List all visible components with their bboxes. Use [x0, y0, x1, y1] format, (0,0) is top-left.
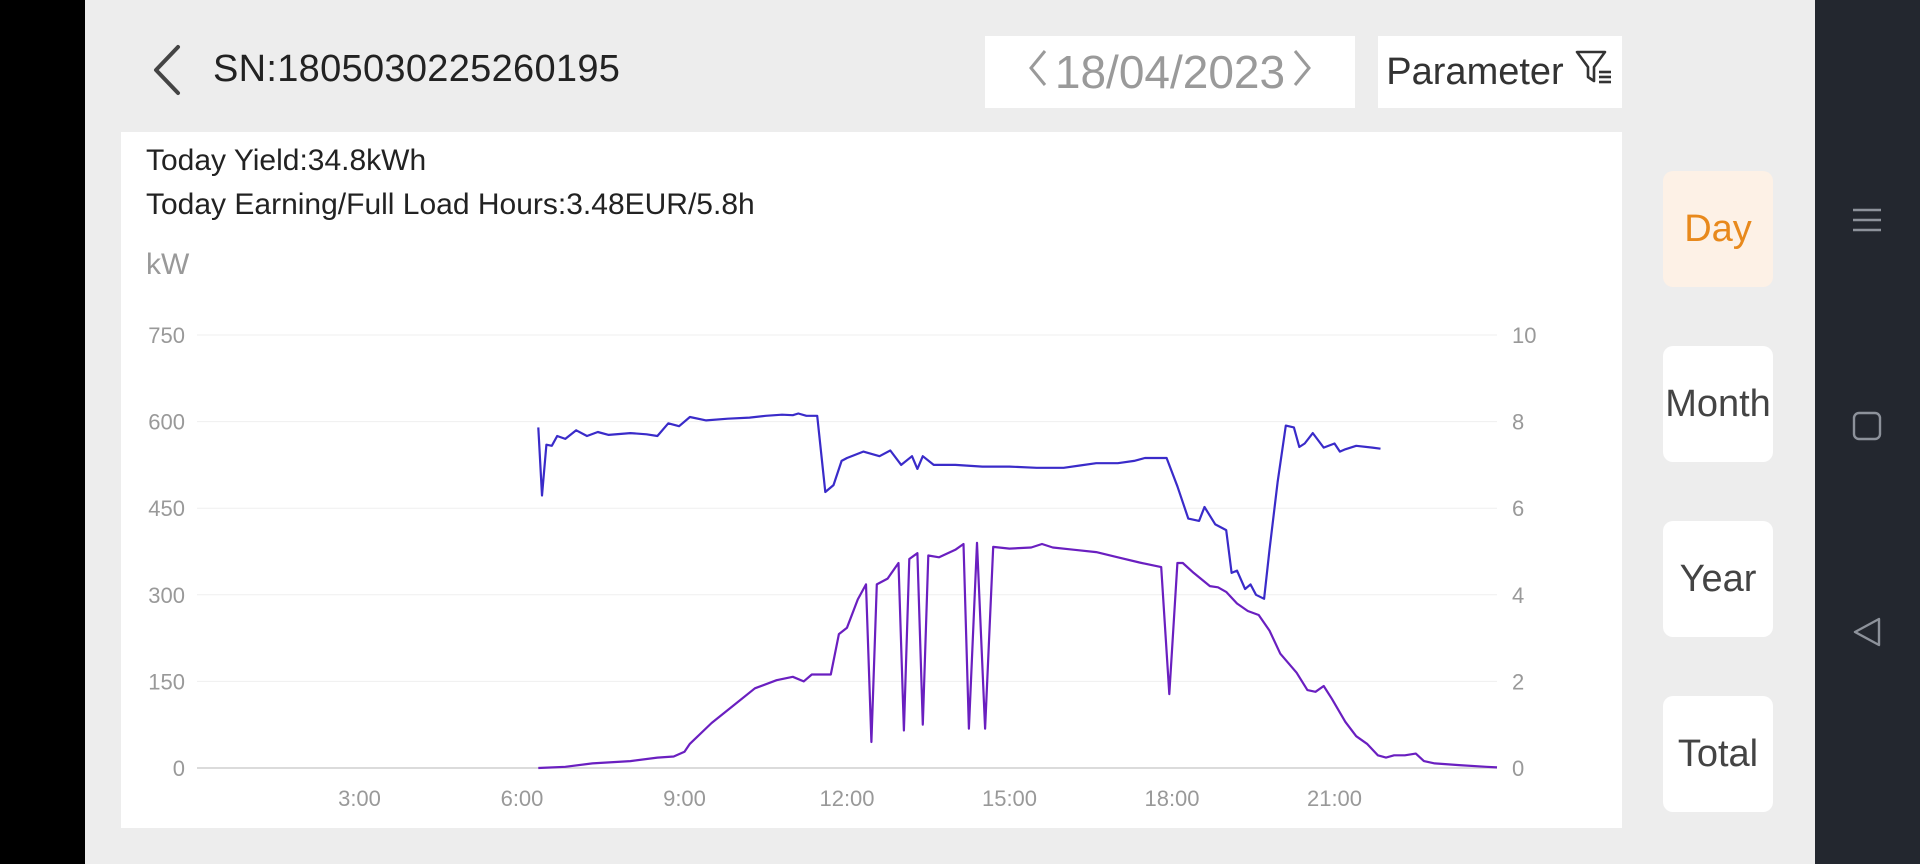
triangle-back-icon — [1851, 616, 1883, 653]
tab-year[interactable]: Year — [1663, 521, 1773, 637]
x-tick-label: 6:00 — [501, 786, 544, 811]
y-tick-label: 600 — [148, 410, 185, 435]
square-icon — [1851, 410, 1883, 447]
nav-home-button[interactable] — [1847, 408, 1887, 448]
series-line-2 — [538, 541, 1498, 770]
tab-year-label: Year — [1679, 557, 1757, 600]
y-tick-label: 300 — [148, 583, 185, 608]
device-serial-title: SN:1805030225260195 — [213, 48, 621, 90]
tab-total[interactable]: Total — [1663, 696, 1773, 812]
y2-tick-label: 10 — [1512, 323, 1536, 348]
power-chart: 0 150 300 450 600 750 0 2 4 6 8 10 3:00 6:00 9:00 12:00… — [148, 323, 1536, 811]
x-tick-label: 15:00 — [982, 786, 1037, 811]
app-screen: SN:1805030225260195 18/04/2023 Parameter… — [85, 0, 1815, 864]
tab-month-label: Month — [1665, 382, 1771, 425]
y2-tick-label: 4 — [1512, 583, 1524, 608]
y-tick-label: 750 — [148, 323, 185, 348]
y2-tick-label: 8 — [1512, 410, 1524, 435]
filter-icon — [1574, 47, 1614, 97]
x-tick-label: 3:00 — [338, 786, 381, 811]
parameter-label: Parameter — [1386, 50, 1564, 93]
tab-total-label: Total — [1677, 732, 1759, 775]
x-tick-label: 12:00 — [819, 786, 874, 811]
y-tick-label: 0 — [173, 756, 185, 781]
date-value: 18/04/2023 — [1054, 46, 1286, 98]
y-tick-label: 150 — [148, 669, 185, 694]
y2-tick-label: 0 — [1512, 756, 1524, 781]
chevron-right-icon — [1291, 45, 1313, 99]
system-navigation-bar — [1815, 0, 1920, 864]
tab-day-label: Day — [1684, 207, 1752, 250]
menu-icon — [1851, 204, 1883, 241]
chevron-left-icon — [1027, 45, 1049, 99]
series-line-1 — [537, 412, 1381, 600]
nav-menu-button[interactable] — [1847, 202, 1887, 242]
y-tick-label: 450 — [148, 496, 185, 521]
x-tick-label: 21:00 — [1307, 786, 1362, 811]
x-tick-label: 18:00 — [1144, 786, 1199, 811]
tab-day[interactable]: Day — [1663, 171, 1773, 287]
y2-tick-label: 2 — [1512, 669, 1524, 694]
tab-month[interactable]: Month — [1663, 346, 1773, 462]
back-button[interactable] — [145, 42, 189, 102]
y2-tick-label: 6 — [1512, 496, 1524, 521]
date-prev-button[interactable] — [1023, 47, 1053, 97]
chevron-left-icon — [150, 43, 184, 102]
nav-back-button[interactable] — [1847, 614, 1887, 654]
date-selector[interactable]: 18/04/2023 — [985, 36, 1355, 108]
date-next-button[interactable] — [1287, 47, 1317, 97]
chart-card: Today Yield:34.8kWh Today Earning/Full L… — [121, 132, 1622, 828]
x-tick-label: 9:00 — [663, 786, 706, 811]
parameter-button[interactable]: Parameter — [1378, 36, 1622, 108]
